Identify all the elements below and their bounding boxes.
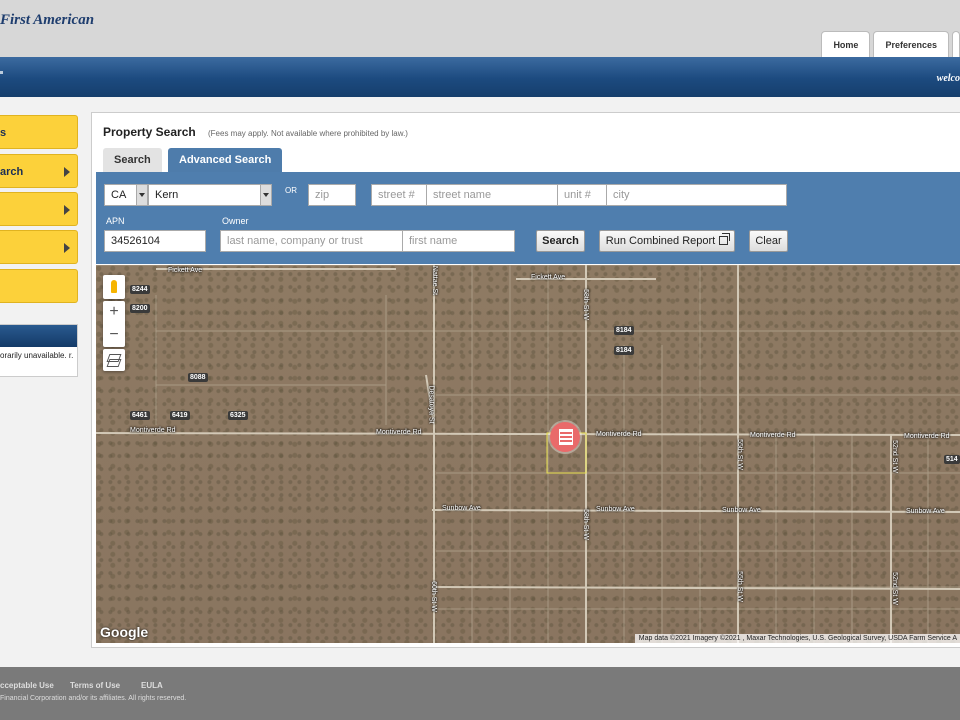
street-label: Montiverde Rd: [904, 433, 950, 440]
search-button[interactable]: Search: [536, 230, 585, 252]
advanced-search-form: CA Kern OR zip street # street name unit…: [96, 172, 960, 264]
clear-button[interactable]: Clear: [749, 230, 788, 252]
house-number: 514: [944, 455, 960, 464]
apn-label: APN: [106, 216, 125, 226]
footer-link-eula[interactable]: EULA: [141, 681, 163, 690]
house-number: 8200: [130, 304, 150, 313]
house-number: 6419: [170, 411, 190, 420]
state-value: CA: [111, 189, 127, 201]
street-label: Montiverde Rd: [596, 431, 642, 438]
brand-bar-mark: [0, 71, 3, 74]
property-search-panel: Property Search (Fees may apply. Not ava…: [91, 112, 960, 648]
notice-header: [0, 325, 77, 347]
house-number: 8184: [614, 326, 634, 335]
street-label: Sunbow Ave: [722, 507, 761, 514]
owner-last-name-input[interactable]: last name, company or trust: [220, 230, 403, 252]
street-label: 52nd St W: [890, 572, 898, 605]
footer-link-terms[interactable]: Terms of Use: [70, 681, 120, 690]
street-label: Sunbow Ave: [906, 508, 945, 515]
state-select[interactable]: CA: [104, 184, 148, 206]
run-combined-report-label: Run Combined Report: [605, 235, 716, 247]
notice-text: orarily unavailable. r.: [0, 351, 74, 360]
zoom-control: + −: [103, 301, 125, 347]
top-nav-tabs: Home Preferences: [821, 31, 960, 57]
street-label: 60th St W: [429, 581, 437, 612]
copy-icon: [719, 233, 731, 245]
house-number: 8088: [188, 373, 208, 382]
street-label: Montiverde Rd: [750, 432, 796, 439]
house-number: 6325: [228, 411, 248, 420]
street-number-input[interactable]: street #: [371, 184, 427, 206]
owner-first-name-input[interactable]: first name: [402, 230, 515, 252]
chevron-right-icon: [64, 205, 70, 215]
sidebar-item-search[interactable]: arch: [0, 154, 78, 188]
map-roads: [96, 265, 960, 643]
tab-home[interactable]: Home: [821, 31, 871, 57]
street-label: 58th St W: [581, 289, 589, 320]
footer-link-acceptable-use[interactable]: cceptable Use: [0, 681, 54, 690]
street-label: Sunbow Ave: [442, 505, 481, 512]
sidebar-item-label: arch: [0, 166, 24, 178]
chevron-right-icon: [64, 243, 70, 253]
city-input[interactable]: city: [606, 184, 787, 206]
google-logo: Google: [100, 624, 149, 640]
tab-preferences[interactable]: Preferences: [873, 31, 949, 57]
street-label: 52nd St W: [890, 440, 898, 473]
building-marker-icon[interactable]: [550, 422, 580, 452]
sidebar-item-4[interactable]: [0, 230, 78, 264]
welcome-text: welco: [936, 73, 960, 84]
street-label: Montiverde Rd: [130, 427, 176, 434]
street-label: 58th St W: [581, 509, 589, 540]
zip-input[interactable]: zip: [308, 184, 356, 206]
house-number: 8244: [130, 285, 150, 294]
layers-icon[interactable]: [103, 349, 125, 371]
sidebar-item-5[interactable]: [0, 269, 78, 303]
tab-search[interactable]: Search: [103, 148, 162, 172]
sidebar-item-3[interactable]: [0, 192, 78, 226]
first-american-logo[interactable]: First American: [0, 12, 94, 29]
street-label: Nattae St: [431, 265, 439, 296]
street-label: Fickett Ave: [168, 267, 203, 274]
sidebar-item-1[interactable]: s: [0, 115, 78, 149]
satellite-map[interactable]: Fickett Ave Fickett Ave Montiverde Rd Mo…: [96, 265, 960, 643]
tab-advanced-search[interactable]: Advanced Search: [168, 148, 283, 172]
run-combined-report-button[interactable]: Run Combined Report: [599, 230, 735, 252]
unit-input[interactable]: unit #: [557, 184, 607, 206]
page-title: Property Search: [103, 125, 196, 139]
chevron-right-icon: [64, 167, 70, 177]
zoom-out-icon[interactable]: −: [103, 324, 125, 347]
copyright-text: Financial Corporation and/or its affilia…: [0, 695, 187, 702]
street-label: Fickett Ave: [531, 274, 566, 281]
zoom-in-icon[interactable]: +: [103, 301, 125, 324]
footer: cceptable Use Terms of Use EULA Financia…: [0, 667, 960, 720]
chevron-down-icon: [136, 185, 147, 205]
street-name-input[interactable]: street name: [426, 184, 558, 206]
chevron-down-icon: [260, 185, 271, 205]
top-header: First American Home Preferences: [0, 0, 960, 57]
apn-input[interactable]: 34526104: [104, 230, 206, 252]
map-attribution: Map data ©2021 Imagery ©2021 , Maxar Tec…: [634, 634, 960, 643]
sidebar-item-label: s: [0, 127, 7, 139]
fees-note: (Fees may apply. Not available where pro…: [208, 129, 408, 138]
tab-more[interactable]: [952, 31, 960, 57]
owner-label: Owner: [222, 216, 249, 226]
street-label: Montiverde Rd: [376, 429, 422, 436]
brand-bar: welco: [0, 57, 960, 97]
notice-box: orarily unavailable. r.: [0, 324, 78, 377]
house-number: 6461: [130, 411, 150, 420]
street-view-pegman-icon[interactable]: [103, 275, 125, 299]
or-label: OR: [285, 186, 297, 195]
county-value: Kern: [155, 189, 179, 201]
county-select[interactable]: Kern: [148, 184, 272, 206]
street-label: 55th St W: [735, 439, 743, 470]
street-label: 55th St W: [735, 571, 743, 602]
house-number: 8184: [614, 346, 634, 355]
street-label: Sunbow Ave: [596, 506, 635, 513]
street-label: Desatoya St: [427, 385, 435, 424]
